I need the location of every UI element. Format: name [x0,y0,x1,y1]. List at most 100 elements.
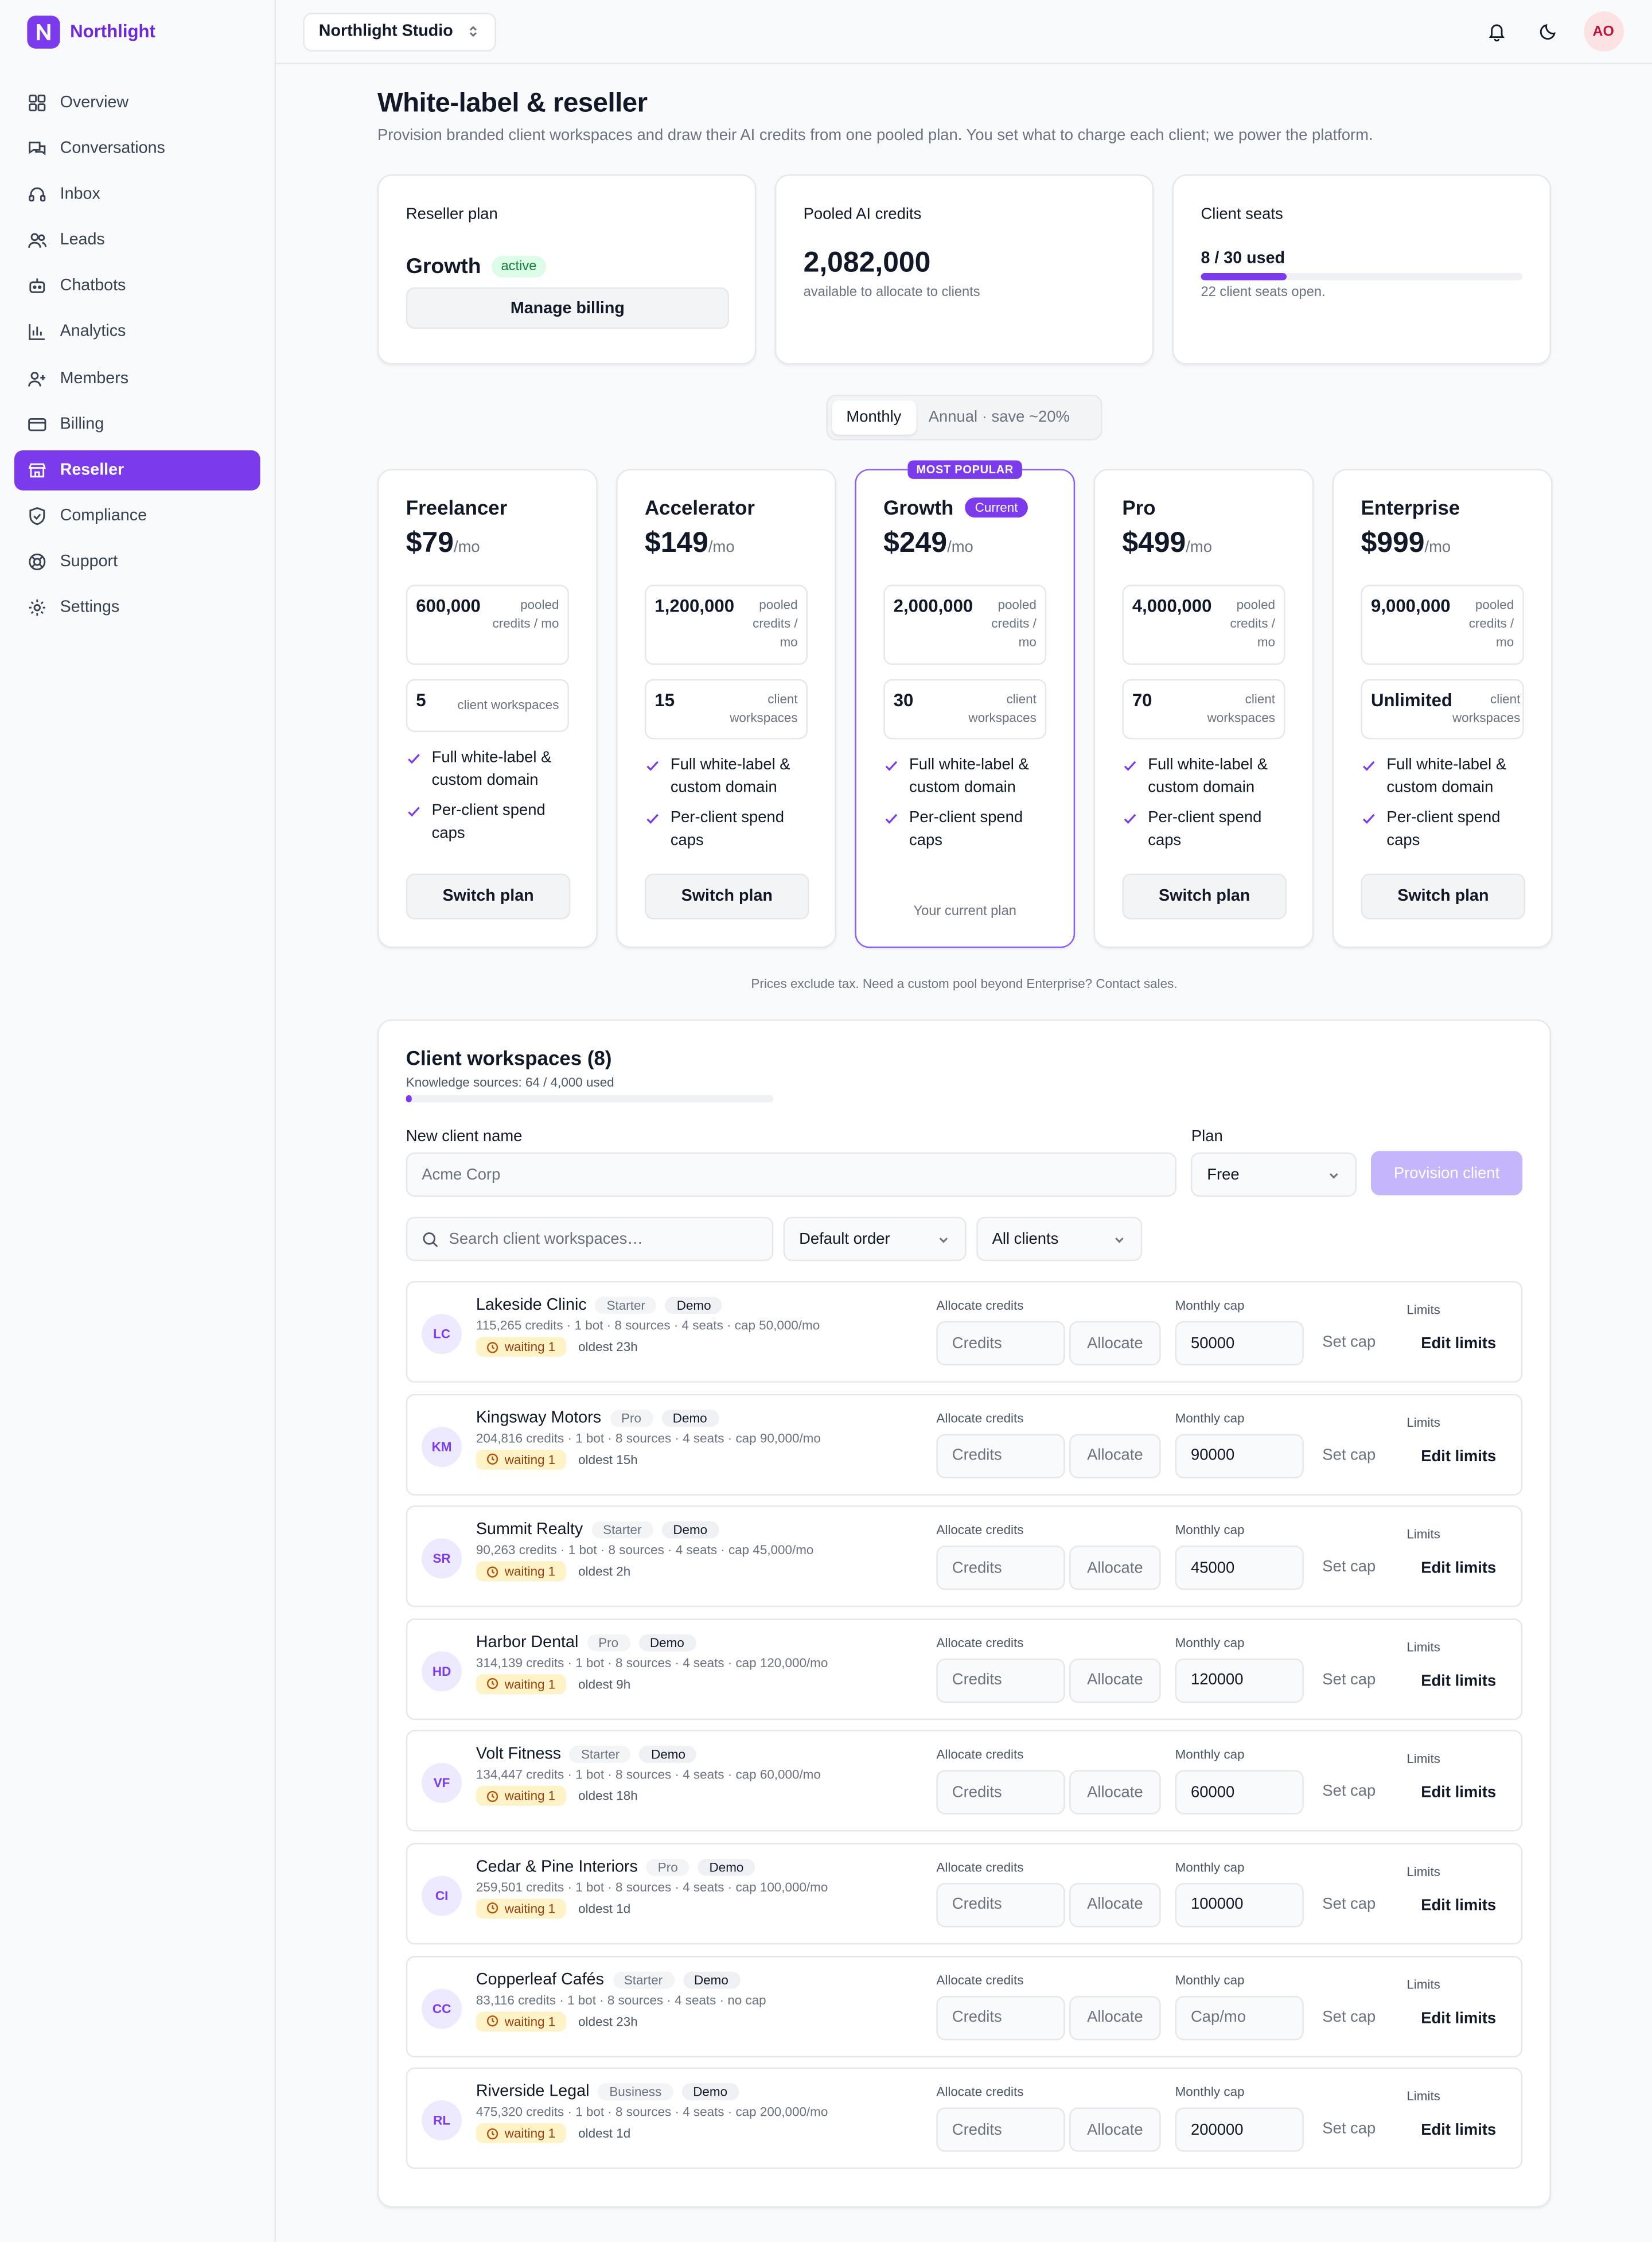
sidebar-item-label: Leads [60,232,105,250]
allocate-button[interactable]: Allocate [1069,2107,1161,2153]
sidebar-item-analytics[interactable]: Analytics [14,312,260,352]
edit-limits-button[interactable]: Edit limits [1421,1336,1496,1353]
provision-client-button[interactable]: Provision client [1371,1151,1523,1196]
monthly-cap-label: Monthly cap [1175,1972,1245,1987]
client-name[interactable]: Harbor Dental [476,1634,578,1651]
seats-caption: 22 client seats open. [1201,284,1326,301]
monthly-cap-input[interactable]: 45000 [1175,1546,1304,1590]
sidebar-item-leads[interactable]: Leads [14,220,260,260]
sidebar-item-support[interactable]: Support [14,542,260,582]
manage-billing-button[interactable]: Manage billing [406,287,730,329]
credits-input[interactable]: Credits [936,1658,1065,1703]
set-cap-button[interactable]: Set cap [1322,1896,1376,1913]
sidebar-item-overview[interactable]: Overview [14,83,260,123]
new-client-group: New client name Acme Corp [406,1128,1177,1197]
switch-plan-button[interactable]: Switch plan [1361,873,1526,920]
new-client-input[interactable]: Acme Corp [406,1152,1177,1197]
set-cap-button[interactable]: Set cap [1322,2008,1376,2025]
plan-feature: Per-client spend caps [1361,807,1524,853]
client-name[interactable]: Riverside Legal [476,2084,590,2101]
sidebar-item-billing[interactable]: Billing [14,404,260,444]
waiting-badge: waiting 1 [476,1337,566,1357]
monthly-cap-input[interactable]: 120000 [1175,1658,1304,1703]
monthly-cap-input[interactable]: 90000 [1175,1433,1304,1478]
client-title: Cedar & Pine Interiors Pro Demo [476,1858,828,1876]
credits-input[interactable]: Credits [936,1995,1065,2040]
sidebar-item-reseller[interactable]: Reseller [14,450,260,491]
user-avatar[interactable]: AO [1583,11,1624,52]
sidebar-item-settings[interactable]: Settings [14,587,260,628]
switch-plan-button[interactable]: Switch plan [406,873,571,920]
current-badge: Current [965,497,1028,518]
credits-input[interactable]: Credits [936,2107,1065,2153]
theme-toggle-button[interactable] [1532,15,1564,47]
allocate-button[interactable]: Allocate [1069,1883,1161,1928]
waiting-badge: waiting 1 [476,1673,566,1694]
sidebar-item-inbox[interactable]: Inbox [14,175,260,215]
edit-limits-button[interactable]: Edit limits [1421,1560,1496,1577]
edit-limits-button[interactable]: Edit limits [1421,2122,1496,2139]
allocate-button[interactable]: Allocate [1069,1770,1161,1815]
credits-input[interactable]: Credits [936,1546,1065,1590]
sidebar-item-label: Reseller [60,461,124,479]
monthly-cap-input[interactable]: 50000 [1175,1321,1304,1366]
sidebar-item-chatbots[interactable]: Chatbots [14,266,260,306]
reseller-content: White-label & reseller Provision branded… [377,89,1553,2208]
set-cap-button[interactable]: Set cap [1322,1334,1376,1351]
allocate-button[interactable]: Allocate [1069,1658,1161,1703]
toggle-annual[interactable]: Annual · save ~20% [915,409,1082,426]
sidebar-item-compliance[interactable]: Compliance [14,496,260,536]
client-name[interactable]: Copperleaf Cafés [476,1971,604,1988]
workspace-switcher[interactable]: Northlight Studio [303,12,496,51]
toggle-monthly[interactable]: Monthly [832,400,916,435]
brand[interactable]: Northlight [0,0,275,63]
brand-name: Northlight [70,21,155,42]
client-meta: 314,139 credits · 1 bot · 8 sources · 4 … [476,1655,828,1670]
allocate-button[interactable]: Allocate [1069,1995,1161,2040]
client-name[interactable]: Summit Realty [476,1521,583,1539]
credits-input[interactable]: Credits [936,1321,1065,1366]
store-icon [28,462,46,477]
client-name[interactable]: Kingsway Motors [476,1409,601,1426]
edit-limits-button[interactable]: Edit limits [1421,2010,1496,2027]
monthly-cap-input[interactable]: 60000 [1175,1770,1304,1815]
client-queue: waiting 1 oldest 18h [476,1786,821,1807]
edit-limits-button[interactable]: Edit limits [1421,1785,1496,1802]
set-cap-button[interactable]: Set cap [1322,1559,1376,1576]
client-name[interactable]: Lakeside Clinic [476,1297,587,1314]
switch-plan-button[interactable]: Switch plan [644,873,809,920]
bot-icon [29,279,45,294]
set-cap-button[interactable]: Set cap [1322,1446,1376,1463]
monthly-cap-input[interactable]: 200000 [1175,2107,1304,2153]
edit-limits-button[interactable]: Edit limits [1421,1897,1496,1914]
clock-icon [486,1453,498,1465]
switch-plan-button[interactable]: Switch plan [1122,873,1287,920]
set-cap-button[interactable]: Set cap [1322,1784,1376,1801]
order-select[interactable]: Default order [783,1216,967,1262]
plan-workspaces-box: 30 client workspaces [883,679,1047,739]
plan-select[interactable]: Free [1191,1152,1357,1197]
set-cap-button[interactable]: Set cap [1322,2120,1376,2138]
oldest-text: oldest 23h [578,2014,638,2029]
search-input[interactable]: Search client workspaces… [406,1216,774,1262]
monthly-cap-input[interactable]: 100000 [1175,1883,1304,1928]
credits-input[interactable]: Credits [936,1433,1065,1478]
set-cap-button[interactable]: Set cap [1322,1671,1376,1688]
client-name[interactable]: Volt Fitness [476,1746,561,1764]
edit-limits-button[interactable]: Edit limits [1421,1448,1496,1465]
client-filter-select[interactable]: All clients [976,1216,1143,1262]
notifications-button[interactable] [1480,15,1512,47]
allocate-button[interactable]: Allocate [1069,1546,1161,1590]
client-list: LC Lakeside Clinic Starter Demo 115,265 cred… [406,1281,1523,2170]
allocate-button[interactable]: Allocate [1069,1433,1161,1478]
sidebar-item-members[interactable]: Members [14,358,260,398]
plan-feature: Per-client spend caps [406,799,569,845]
sidebar-item-conversations[interactable]: Conversations [14,129,260,169]
credits-input[interactable]: Credits [936,1770,1065,1815]
pooled-credits-value: 2,082,000 [803,247,931,279]
edit-limits-button[interactable]: Edit limits [1421,1672,1496,1690]
allocate-button[interactable]: Allocate [1069,1321,1161,1366]
credits-input[interactable]: Credits [936,1883,1065,1928]
client-name[interactable]: Cedar & Pine Interiors [476,1859,638,1876]
monthly-cap-input[interactable]: Cap/mo [1175,1995,1304,2040]
